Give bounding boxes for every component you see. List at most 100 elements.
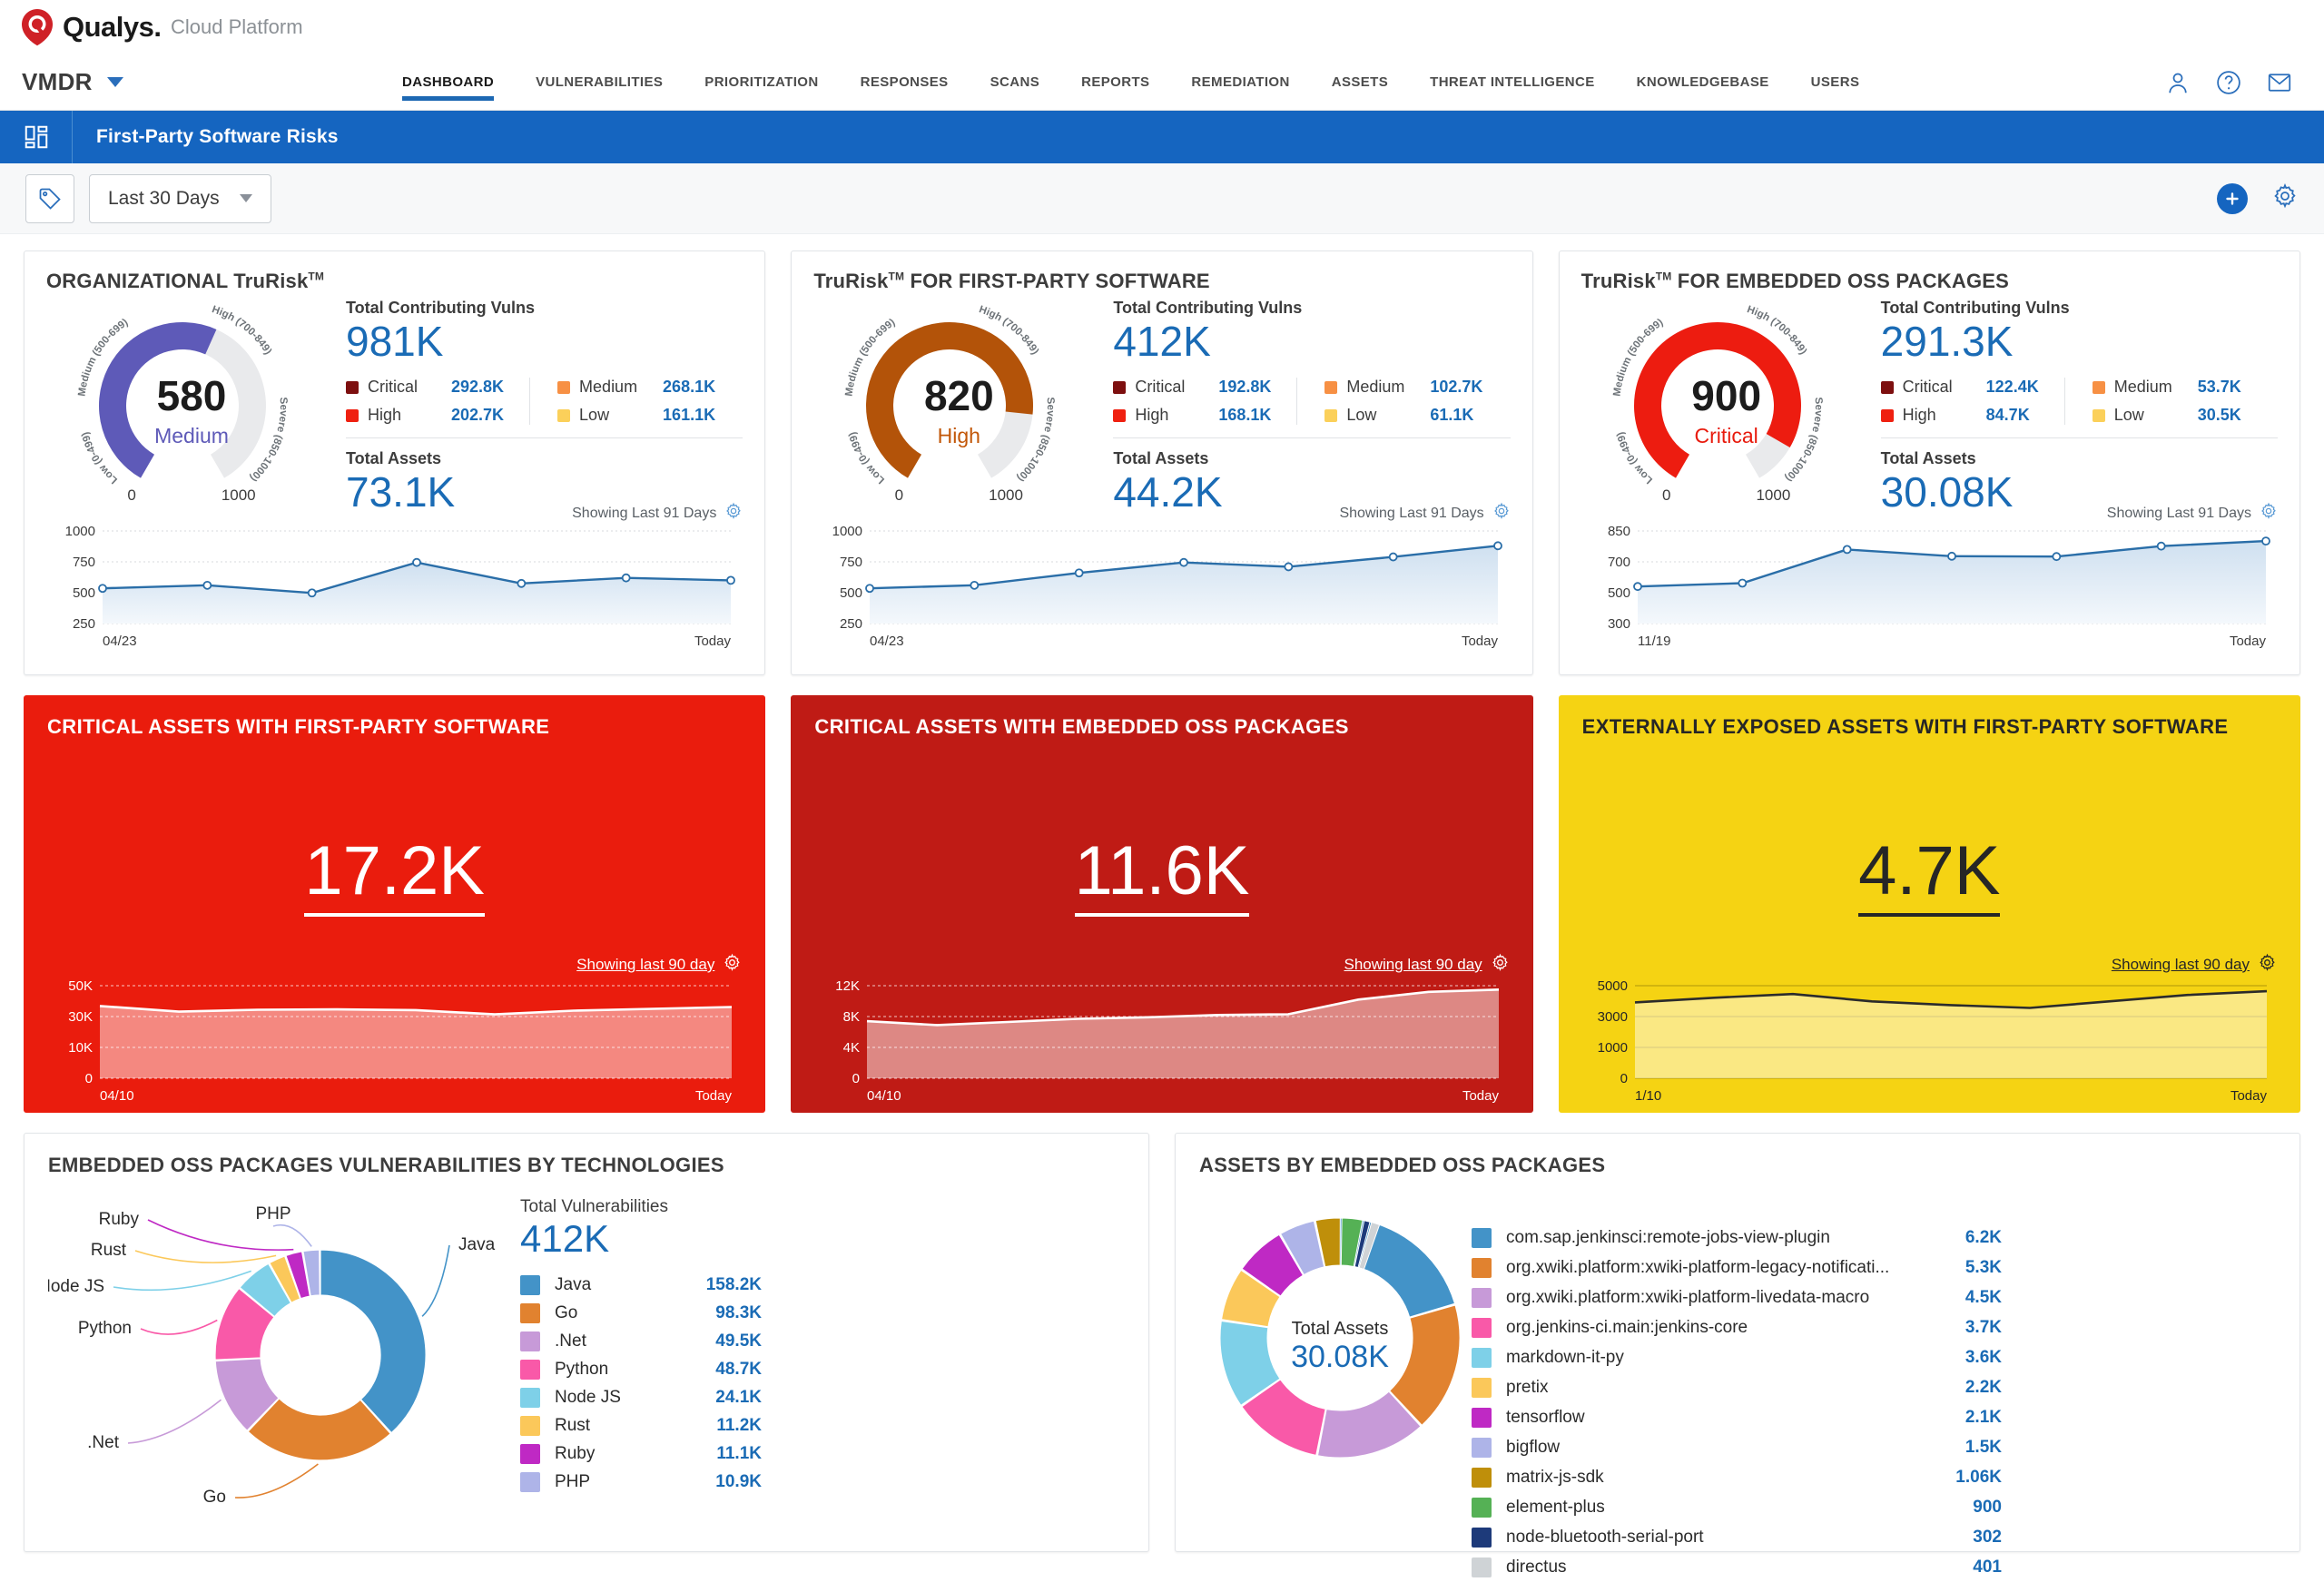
vulns-value[interactable]: 291.3K [1881, 319, 2278, 363]
tab-remediation[interactable]: REMEDIATION [1170, 54, 1310, 111]
legend-item[interactable]: com.sap.jenkinsci:remote-jobs-view-plugi… [1472, 1228, 2002, 1248]
tab-knowledgebase[interactable]: KNOWLEDGEBASE [1616, 54, 1790, 111]
legend-item[interactable]: node-bluetooth-serial-port302 [1472, 1528, 2002, 1548]
date-range-selector[interactable]: Last 30 Days [89, 174, 271, 223]
legend-item[interactable]: tensorflow2.1K [1472, 1408, 2002, 1428]
severity-row[interactable]: Low161.1K [557, 406, 715, 425]
donut-slice-label: Go [203, 1488, 226, 1507]
severity-row[interactable]: High202.7K [346, 406, 504, 425]
severity-name: Medium [1346, 378, 1430, 397]
legend-item[interactable]: markdown-it-py3.6K [1472, 1348, 2002, 1368]
kpi-trend-sparkline[interactable]: 12K8K4K004/10Today [814, 978, 1509, 1105]
vulns-value[interactable]: 412K [1113, 319, 1510, 363]
severity-row[interactable]: High84.7K [1881, 406, 2039, 425]
severity-row[interactable]: Critical292.8K [346, 378, 504, 397]
kpi-showing-period[interactable]: Showing last 90 day [2112, 953, 2277, 977]
kpi-card[interactable]: CRITICAL ASSETS WITH FIRST-PARTY SOFTWAR… [24, 695, 765, 1113]
legend-item[interactable]: Rust11.2K [520, 1416, 762, 1436]
legend-item[interactable]: Java158.2K [520, 1275, 762, 1295]
legend-item[interactable]: org.xwiki.platform:xwiki-platform-legacy… [1472, 1258, 2002, 1278]
trurisk-gauge[interactable]: Low (0-499)Medium (500-699)High (700-849… [813, 299, 1104, 512]
tab-reports[interactable]: REPORTS [1060, 54, 1170, 111]
kpi-title: CRITICAL ASSETS WITH FIRST-PARTY SOFTWAR… [47, 715, 742, 739]
user-icon[interactable] [2164, 69, 2191, 96]
legend-label: element-plus [1506, 1498, 1924, 1518]
kpi-value[interactable]: 17.2K [24, 831, 765, 910]
severity-name: Low [2114, 406, 2198, 425]
legend-item[interactable]: org.xwiki.platform:xwiki-platform-liveda… [1472, 1288, 2002, 1308]
legend-item[interactable]: Python48.7K [520, 1360, 762, 1380]
app-selector[interactable]: VMDR [0, 68, 381, 96]
kpi-card[interactable]: EXTERNALLY EXPOSED ASSETS WITH FIRST-PAR… [1559, 695, 2300, 1113]
legend-item[interactable]: Node JS24.1K [520, 1388, 762, 1408]
trurisk-gauge[interactable]: Low (0-499)Medium (500-699)High (700-849… [46, 299, 337, 512]
add-widget-button[interactable] [2217, 183, 2248, 214]
gear-icon[interactable] [1491, 953, 1510, 977]
tab-responses[interactable]: RESPONSES [840, 54, 970, 111]
help-icon[interactable] [2215, 69, 2242, 96]
tab-dashboard[interactable]: DASHBOARD [381, 54, 515, 111]
svg-text:0: 0 [85, 1071, 93, 1086]
legend-item[interactable]: Go98.3K [520, 1303, 762, 1323]
qualys-logo-icon [20, 8, 54, 46]
tech-donut-chart[interactable]: JavaGo.NetPythonNode JSRustRubyPHP [48, 1190, 520, 1517]
tab-assets[interactable]: ASSETS [1311, 54, 1409, 111]
severity-row[interactable]: High168.1K [1113, 406, 1271, 425]
legend-item[interactable]: matrix-js-sdk1.06K [1472, 1468, 2002, 1488]
showing-period: Showing Last 91 Days [572, 502, 743, 525]
severity-row[interactable]: Medium53.7K [2093, 378, 2241, 397]
kpi-card[interactable]: CRITICAL ASSETS WITH EMBEDDED OSS PACKAG… [791, 695, 1532, 1113]
kpi-trend-sparkline[interactable]: 50003000100001/10Today [1582, 978, 2277, 1105]
kpi-showing-period[interactable]: Showing last 90 day [1344, 953, 1510, 977]
tab-users[interactable]: USERS [1790, 54, 1881, 111]
tab-threat-intelligence[interactable]: THREAT INTELLIGENCE [1409, 54, 1615, 111]
dashboard-settings-button[interactable] [2271, 182, 2299, 214]
severity-row[interactable]: Medium102.7K [1324, 378, 1482, 397]
tab-scans[interactable]: SCANS [970, 54, 1061, 111]
legend-item[interactable]: bigflow1.5K [1472, 1438, 2002, 1458]
tab-vulnerabilities[interactable]: VULNERABILITIES [515, 54, 684, 111]
gear-icon[interactable] [2258, 953, 2277, 977]
legend-item[interactable]: PHP10.9K [520, 1472, 762, 1492]
legend-label: Python [555, 1360, 682, 1380]
severity-color-swatch [557, 409, 570, 422]
svg-text:30K: 30K [68, 1009, 93, 1025]
card-stats: Total Contributing Vulns291.3KCritical12… [1872, 299, 2278, 515]
gear-icon[interactable] [1492, 502, 1511, 525]
severity-row[interactable]: Medium268.1K [557, 378, 715, 397]
gear-icon[interactable] [2260, 502, 2278, 525]
severity-row[interactable]: Low61.1K [1324, 406, 1482, 425]
donut-slice[interactable] [320, 1250, 426, 1433]
mail-icon[interactable] [2266, 69, 2293, 96]
dashboard-grid-icon[interactable] [0, 111, 73, 163]
severity-row[interactable]: Critical192.8K [1113, 378, 1271, 397]
legend-item[interactable]: directus401 [1472, 1557, 2002, 1577]
severity-value: 102.7K [1430, 378, 1482, 397]
card-title-suffix: FOR EMBEDDED OSS PACKAGES [1672, 270, 2010, 292]
legend-color-swatch [520, 1275, 540, 1295]
severity-name: Critical [1135, 378, 1218, 397]
legend-item[interactable]: Ruby11.1K [520, 1444, 762, 1464]
trurisk-gauge[interactable]: Low (0-499)Medium (500-699)High (700-849… [1581, 299, 1872, 512]
legend-value: 11.2K [682, 1416, 762, 1436]
severity-row[interactable]: Low30.5K [2093, 406, 2241, 425]
kpi-showing-period[interactable]: Showing last 90 day [576, 953, 742, 977]
gear-icon[interactable] [723, 953, 742, 977]
package-donut-chart[interactable]: Total Assets30.08K [1199, 1190, 1472, 1489]
kpi-value[interactable]: 4.7K [1559, 831, 2300, 910]
trurisk-trend-sparkline[interactable]: 85070050030011/19Today [1581, 524, 2278, 651]
legend-item[interactable]: pretix2.2K [1472, 1378, 2002, 1398]
tab-prioritization[interactable]: PRIORITIZATION [684, 54, 839, 111]
severity-row[interactable]: Critical122.4K [1881, 378, 2039, 397]
tag-filter-button[interactable] [25, 174, 74, 223]
kpi-trend-sparkline[interactable]: 50K30K10K004/10Today [47, 978, 742, 1105]
kpi-value[interactable]: 11.6K [791, 831, 1532, 910]
trurisk-trend-sparkline[interactable]: 100075050025004/23Today [813, 524, 1510, 651]
legend-item[interactable]: org.jenkins-ci.main:jenkins-core3.7K [1472, 1318, 2002, 1338]
legend-item[interactable]: element-plus900 [1472, 1498, 2002, 1518]
trurisk-trend-sparkline[interactable]: 100075050025004/23Today [46, 524, 743, 651]
gear-icon[interactable] [724, 502, 743, 525]
vulns-value[interactable]: 981K [346, 319, 743, 363]
legend-item[interactable]: .Net49.5K [520, 1331, 762, 1351]
tech-legend: Total Vulnerabilities 412K Java158.2KGo9… [520, 1190, 762, 1517]
